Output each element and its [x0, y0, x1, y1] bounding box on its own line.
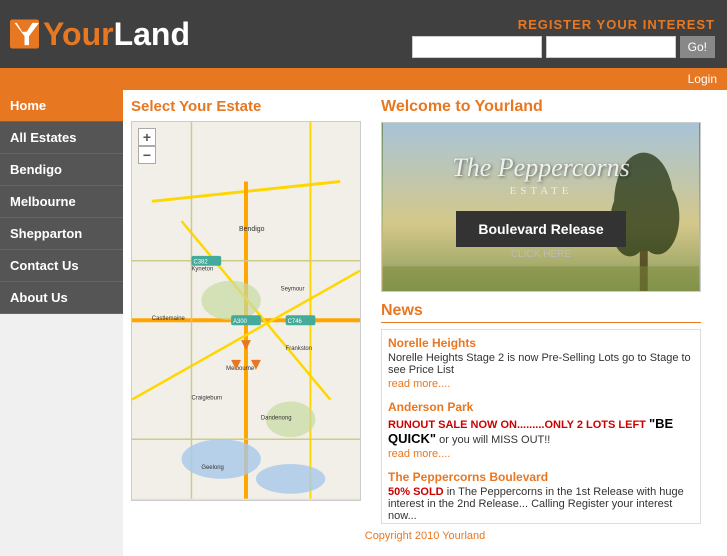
news-item-body-anderson: RUNOUT SALE NOW ON.........ONLY 2 LOTS L… [388, 416, 694, 446]
sidebar-item-home[interactable]: Home [0, 90, 123, 122]
logo-land: Land [114, 16, 190, 52]
content-area: Select Your Estate [123, 90, 727, 556]
map-title: Select Your Estate [131, 98, 371, 115]
news-item-peppercorns: The Peppercorns Boulevard 50% SOLD in Th… [388, 470, 694, 524]
news-item-title-norelle: Norelle Heights [388, 336, 694, 350]
copyright-text: Copyright 2010 Yourland [365, 530, 485, 542]
register-inputs: Go! [412, 36, 715, 58]
register-interest: INTEREST [638, 17, 715, 32]
welcome-title: Welcome to Yourland [381, 98, 719, 116]
news-item-anderson: Anderson Park RUNOUT SALE NOW ON........… [388, 400, 694, 460]
register-label: REGISTER YOUR INTEREST [518, 17, 715, 32]
svg-text:Melbourne: Melbourne [226, 366, 255, 372]
news-section: News Norelle Heights Norelle Heights Sta… [381, 302, 701, 524]
click-here-label: CLICK HERE [511, 249, 571, 260]
sidebar-item-contact[interactable]: Contact Us [0, 250, 123, 282]
fifty-sold-text: 50% SOLD [388, 486, 444, 498]
svg-text:Geelong: Geelong [201, 465, 223, 471]
map-zoom-controls: + − [138, 128, 156, 164]
orange-bar: Login [0, 68, 727, 90]
svg-text:Dandenong: Dandenong [261, 415, 292, 421]
main-content: Home All Estates Bendigo Melbourne Shepp… [0, 90, 727, 556]
news-title: News [381, 302, 701, 323]
svg-text:Seymour: Seymour [281, 287, 305, 293]
map-section: Select Your Estate [131, 98, 371, 501]
map-container[interactable]: Bendigo Melbourne Seymour Castlemaine Cr… [131, 121, 361, 501]
register-area: REGISTER YOUR INTEREST Go! [200, 0, 727, 68]
svg-text:Bendigo: Bendigo [239, 226, 265, 233]
header: YourLand REGISTER YOUR INTEREST Go! [0, 0, 727, 68]
footer: Copyright 2010 Yourland [131, 524, 719, 548]
news-read-more-norelle[interactable]: read more.... [388, 378, 694, 390]
news-item-norelle: Norelle Heights Norelle Heights Stage 2 … [388, 336, 694, 390]
register-input-1[interactable] [412, 36, 542, 58]
zoom-out-button[interactable]: − [138, 146, 156, 164]
svg-text:Frankston: Frankston [286, 346, 312, 352]
sidebar-item-all-estates[interactable]: All Estates [0, 122, 123, 154]
sidebar: Home All Estates Bendigo Melbourne Shepp… [0, 90, 123, 556]
news-item-title-anderson: Anderson Park [388, 400, 694, 414]
miss-out-text: or you will MISS OUT!! [436, 434, 550, 446]
news-item-body-peppercorns: 50% SOLD in The Peppercorns in the 1st R… [388, 486, 694, 522]
runout-text: RUNOUT SALE NOW ON.........ONLY 2 LOTS L… [388, 419, 649, 431]
sidebar-item-about[interactable]: About Us [0, 282, 123, 314]
news-item-title-peppercorns: The Peppercorns Boulevard [388, 470, 694, 484]
zoom-in-button[interactable]: + [138, 128, 156, 146]
map-background: Bendigo Melbourne Seymour Castlemaine Cr… [132, 122, 360, 499]
logo-your: Your [43, 16, 114, 52]
news-item-body-norelle: Norelle Heights Stage 2 is now Pre-Selli… [388, 352, 694, 376]
login-link[interactable]: Login [688, 72, 717, 86]
logo-text: YourLand [43, 16, 190, 53]
banner-overlay: The Peppercorns ESTATE Boulevard Release… [382, 123, 700, 291]
register-text: REGISTER [518, 17, 597, 32]
right-section: Welcome to Yourland [381, 98, 719, 524]
register-input-2[interactable] [546, 36, 676, 58]
sidebar-item-melbourne[interactable]: Melbourne [0, 186, 123, 218]
boulevard-release-button[interactable]: Boulevard Release [456, 211, 625, 247]
svg-text:C746: C746 [288, 319, 303, 325]
estate-name-text: The Peppercorns [452, 154, 629, 183]
news-container[interactable]: Norelle Heights Norelle Heights Stage 2 … [381, 329, 701, 524]
sidebar-item-shepparton[interactable]: Shepparton [0, 218, 123, 250]
go-button[interactable]: Go! [680, 36, 715, 58]
register-your: YOUR [597, 17, 639, 32]
svg-text:A300: A300 [233, 319, 248, 325]
estate-banner[interactable]: The Peppercorns ESTATE Boulevard Release… [381, 122, 701, 292]
logo-area: YourLand [0, 0, 200, 68]
sidebar-item-bendigo[interactable]: Bendigo [0, 154, 123, 186]
svg-text:Kyneton: Kyneton [191, 267, 213, 273]
news-read-more-anderson[interactable]: read more.... [388, 448, 694, 460]
svg-text:C382: C382 [193, 260, 207, 266]
estate-name-sub: ESTATE [510, 185, 573, 197]
svg-text:Castlemaine: Castlemaine [152, 316, 186, 322]
yourland-logo-icon [10, 8, 39, 60]
svg-text:Craigieburn: Craigieburn [191, 396, 222, 402]
